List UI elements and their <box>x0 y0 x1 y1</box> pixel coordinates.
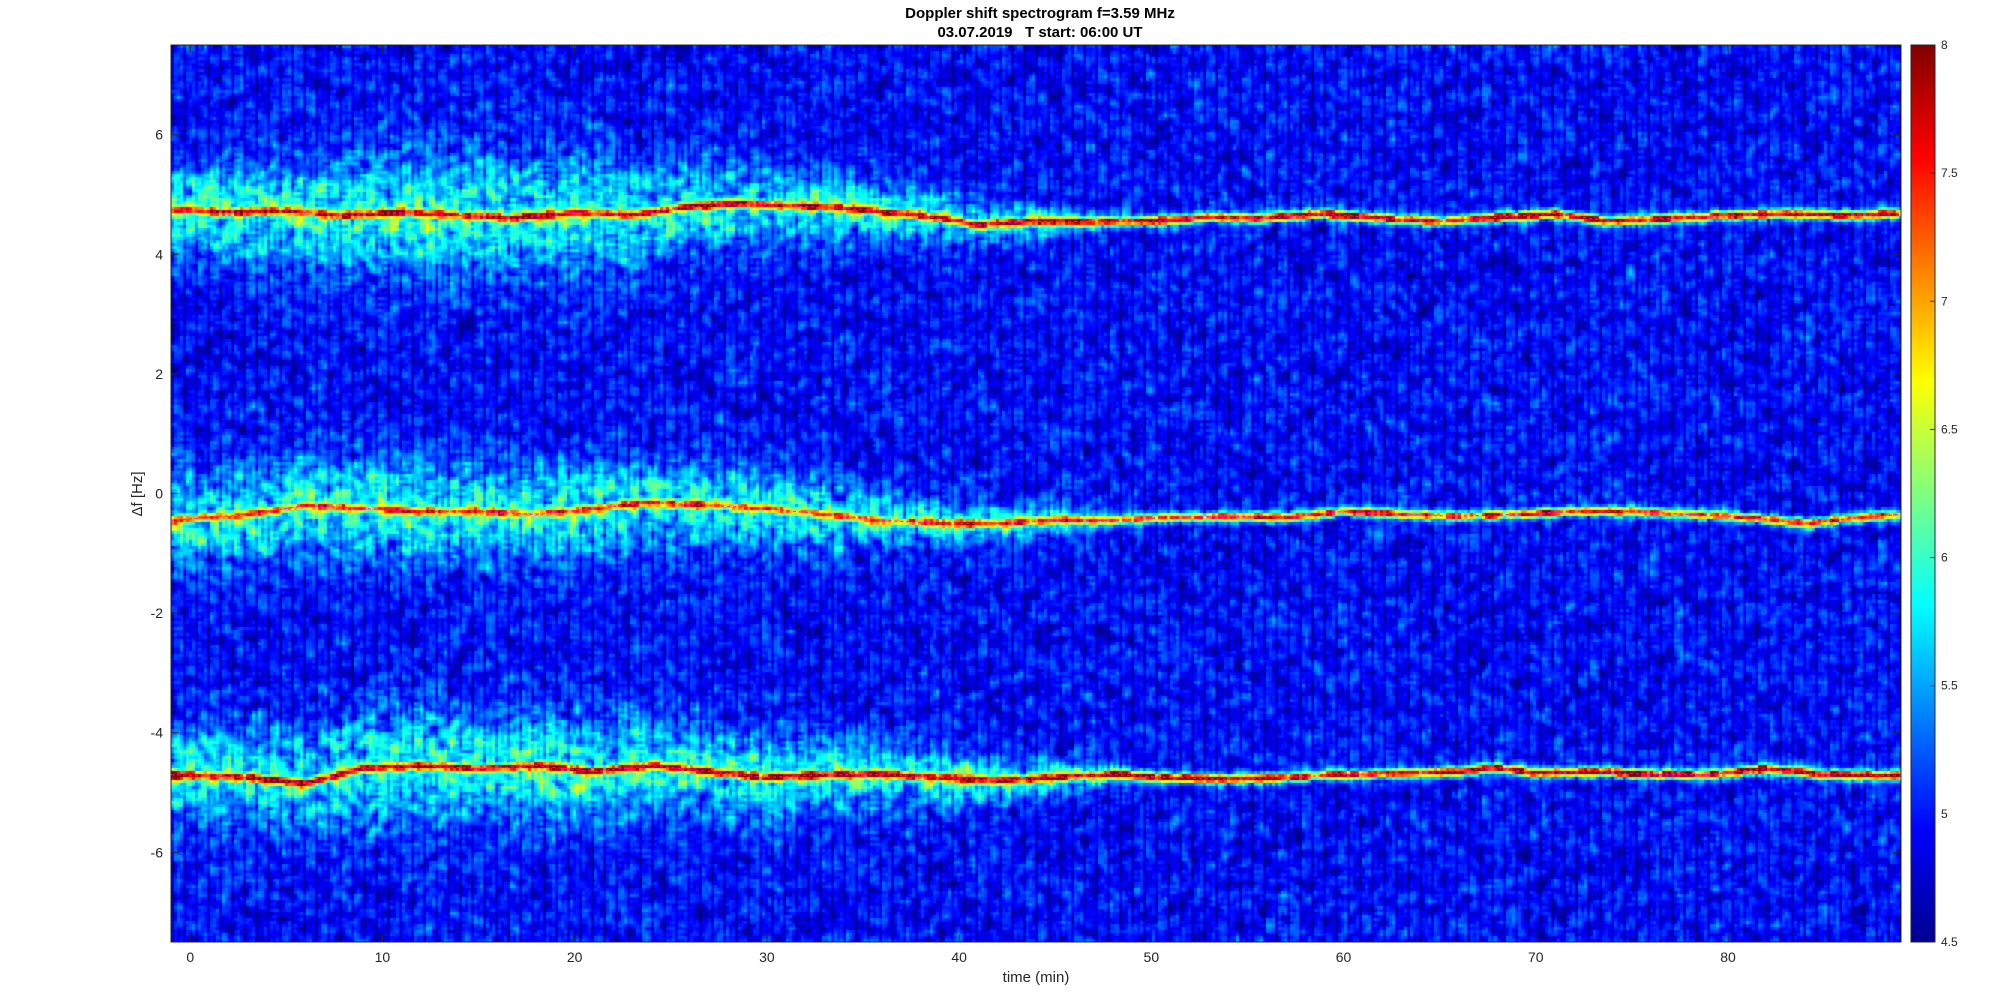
colorbar-tick-label: 7.5 <box>1941 166 1958 180</box>
colorbar <box>1910 44 1936 943</box>
y-tick-label: -4 <box>151 725 164 741</box>
colorbar-tick-label: 6.5 <box>1941 422 1958 436</box>
colorbar-tick-label: 5 <box>1941 807 1948 821</box>
x-tick-label: 20 <box>567 949 583 965</box>
y-tick-label: 4 <box>155 246 163 262</box>
spectrogram-area <box>171 45 1901 942</box>
spectrogram-figure: Doppler shift spectrogram f=3.59 MHz 03.… <box>129 5 1958 986</box>
x-tick-label: 10 <box>375 949 391 965</box>
x-tick-label: 0 <box>186 949 194 965</box>
chart-subtitle: 03.07.2019 T start: 06:00 UT <box>937 24 1142 41</box>
colorbar-tick-label: 7 <box>1941 294 1948 308</box>
y-tick-label: -2 <box>151 605 164 621</box>
colorbar-tick-label: 5.5 <box>1941 679 1958 693</box>
x-axis-label: time (min) <box>1003 969 1070 986</box>
colorbar-tick-label: 6 <box>1941 551 1948 565</box>
x-tick-label: 80 <box>1720 949 1736 965</box>
y-tick-label: 2 <box>155 366 163 382</box>
x-tick-label: 30 <box>759 949 775 965</box>
x-tick-label: 60 <box>1336 949 1352 965</box>
y-tick-label: 6 <box>155 127 163 143</box>
y-tick-label: 0 <box>155 486 163 502</box>
y-axis-label: Δf [Hz] <box>129 471 146 516</box>
x-tick-label: 50 <box>1144 949 1160 965</box>
colorbar-tick-label: 8 <box>1941 38 1948 52</box>
x-tick-label: 40 <box>951 949 967 965</box>
chart-title: Doppler shift spectrogram f=3.59 MHz <box>905 5 1175 22</box>
y-tick-label: -6 <box>151 844 164 860</box>
x-tick-label: 70 <box>1528 949 1544 965</box>
colorbar-tick-label: 4.5 <box>1941 935 1958 949</box>
